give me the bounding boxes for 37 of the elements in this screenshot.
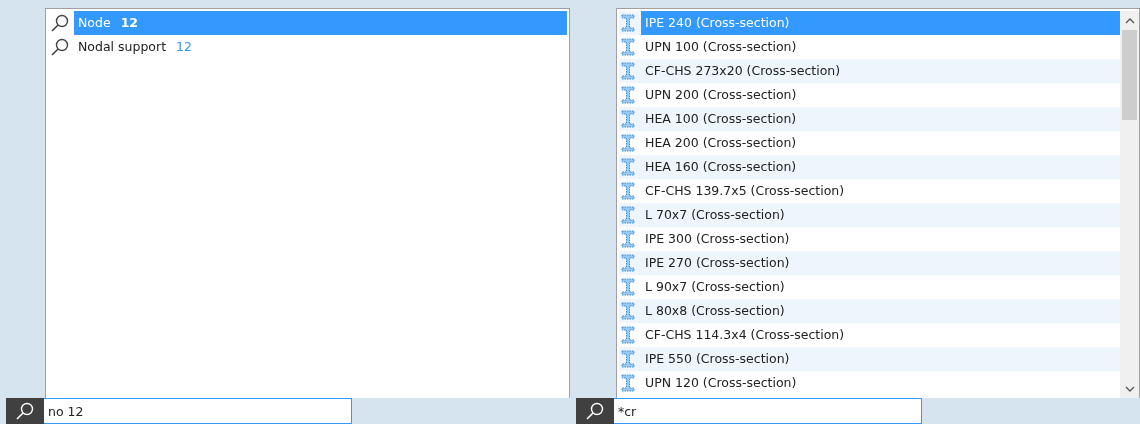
i-beam-icon [621, 229, 635, 249]
i-beam-icon [621, 325, 635, 345]
i-beam-icon [621, 13, 635, 33]
i-beam-icon [621, 373, 635, 393]
search-button[interactable] [576, 398, 614, 424]
result-item[interactable]: HEA 200 (Cross-section) [641, 131, 1120, 155]
i-beam-icon [621, 253, 635, 273]
search-icon [50, 37, 70, 57]
i-beam-icon [621, 61, 635, 81]
i-beam-icon [621, 157, 635, 177]
result-item[interactable]: UPN 100 (Cross-section) [641, 35, 1120, 59]
search-icon [50, 13, 70, 33]
result-item[interactable]: CF-CHS 139.7x5 (Cross-section) [641, 179, 1120, 203]
i-beam-icon [621, 85, 635, 105]
search-icon [585, 401, 605, 421]
scrollbar-thumb[interactable] [1122, 30, 1137, 120]
scrollbar[interactable] [1120, 11, 1139, 398]
i-beam-icon [621, 37, 635, 57]
result-item[interactable]: Nodal support 12 [74, 35, 567, 59]
result-item[interactable]: IPE 300 (Cross-section) [641, 227, 1120, 251]
result-item[interactable]: CF-CHS 114.3x4 (Cross-section) [641, 323, 1120, 347]
i-beam-icon [621, 301, 635, 321]
i-beam-icon [621, 205, 635, 225]
result-item[interactable]: UPN 120 (Cross-section) [641, 371, 1120, 395]
search-field[interactable]: *cr [614, 398, 922, 424]
i-beam-icon [621, 133, 635, 153]
chevron-down-icon [1124, 385, 1135, 392]
result-item[interactable]: UPN 200 (Cross-section) [641, 83, 1120, 107]
i-beam-icon [621, 109, 635, 129]
i-beam-icon [621, 277, 635, 297]
chevron-up-icon [1124, 17, 1135, 24]
search-button[interactable] [6, 398, 44, 424]
i-beam-icon [621, 349, 635, 369]
search-field[interactable]: no 12 [44, 398, 352, 424]
result-item[interactable]: L 90x7 (Cross-section) [641, 275, 1120, 299]
search-icon [15, 401, 35, 421]
i-beam-icon [621, 181, 635, 201]
